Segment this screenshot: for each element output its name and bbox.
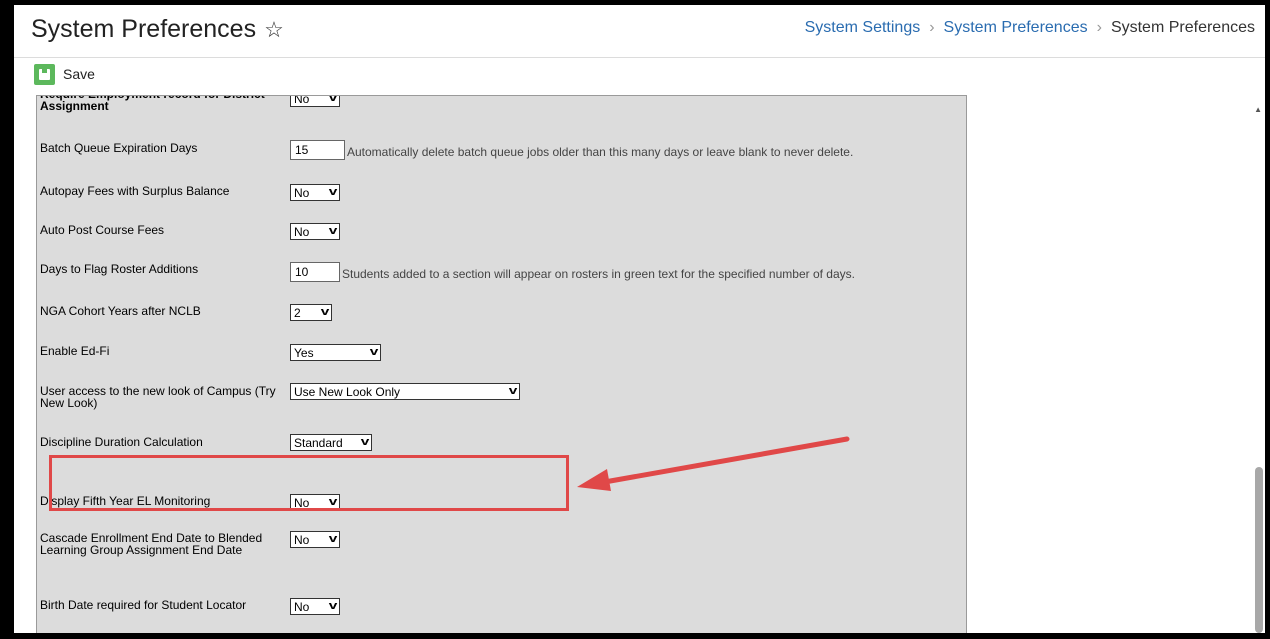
require-employment-select[interactable]: No v: [290, 95, 340, 107]
nga-cohort-years-select[interactable]: 2v: [290, 304, 332, 321]
cascade-enrollment-select[interactable]: No v: [290, 531, 340, 548]
pref-label: User access to the new look of Campus (T…: [40, 384, 276, 410]
app-window: System Preferences ☆ System Settings › S…: [14, 5, 1265, 633]
chevron-down-icon: v: [369, 346, 379, 358]
select-value: No: [294, 224, 310, 239]
chevron-down-icon: v: [328, 600, 338, 612]
star-icon[interactable]: ☆: [264, 17, 284, 43]
save-button[interactable]: Save: [63, 66, 95, 82]
select-value: No: [294, 95, 310, 106]
select-value: Use New Look Only: [294, 384, 401, 399]
vertical-scrollbar[interactable]: ▲: [1251, 105, 1265, 633]
page-header: System Preferences ☆ System Settings › S…: [14, 5, 1265, 58]
chevron-down-icon: v: [328, 186, 338, 198]
help-text: Students added to a section will appear …: [342, 267, 855, 281]
page-title: System Preferences ☆: [31, 15, 284, 44]
pref-label: Require Employment record for District A…: [40, 96, 265, 113]
pref-label: NGA Cohort Years after NCLB: [40, 304, 201, 318]
arrow-annotation: [577, 436, 850, 491]
chevron-right-icon: ›: [1096, 19, 1102, 36]
pref-label: Batch Queue Expiration Days: [40, 141, 198, 155]
chevron-down-icon: v: [320, 306, 330, 318]
pref-label: Birth Date required for Student Locator: [40, 598, 247, 612]
breadcrumb-system-preferences[interactable]: System Preferences: [944, 19, 1088, 37]
chevron-right-icon: ›: [929, 19, 935, 36]
page-title-text: System Preferences: [31, 15, 257, 43]
scroll-up-icon[interactable]: ▲: [1254, 105, 1262, 114]
save-icon[interactable]: [34, 63, 55, 85]
pref-label: Cascade Enrollment End Date to Blended L…: [40, 531, 263, 557]
help-text: Automatically delete batch queue jobs ol…: [347, 145, 854, 159]
pref-label: Auto Post Course Fees: [40, 223, 165, 237]
chevron-down-icon: v: [328, 533, 338, 545]
highlight-box: [49, 455, 569, 511]
select-value: Standard: [294, 435, 343, 450]
preferences-panel: Require Employment record for District A…: [36, 95, 967, 633]
toolbar: Save: [34, 62, 95, 86]
select-value: No: [294, 185, 310, 200]
enable-ed-fi-select[interactable]: Yes v: [290, 344, 381, 361]
select-value: No: [294, 599, 310, 614]
pref-label: Enable Ed-Fi: [40, 344, 110, 358]
pref-label: Discipline Duration Calculation: [40, 435, 203, 449]
select-value: No: [294, 532, 310, 547]
breadcrumb: System Settings › System Preferences › S…: [805, 19, 1255, 37]
breadcrumb-system-settings[interactable]: System Settings: [805, 19, 921, 37]
chevron-down-icon: v: [328, 95, 338, 104]
select-value: 2: [294, 305, 301, 320]
select-value: Yes: [294, 345, 314, 360]
pref-label: Days to Flag Roster Additions: [40, 262, 199, 276]
pref-label: Autopay Fees with Surplus Balance: [40, 184, 230, 198]
chevron-down-icon: v: [508, 385, 518, 397]
auto-post-fees-select[interactable]: No v: [290, 223, 340, 240]
roster-flag-days-input[interactable]: 10: [290, 262, 340, 282]
breadcrumb-current: System Preferences: [1110, 19, 1255, 36]
new-look-access-select[interactable]: Use New Look Only v: [290, 383, 520, 400]
scroll-thumb[interactable]: [1255, 467, 1263, 633]
discipline-duration-select[interactable]: Standard v: [290, 434, 372, 451]
chevron-down-icon: v: [360, 436, 370, 448]
chevron-down-icon: v: [328, 225, 338, 237]
birth-date-required-select[interactable]: No v: [290, 598, 340, 615]
autopay-fees-select[interactable]: No v: [290, 184, 340, 201]
batch-queue-days-input[interactable]: 15: [290, 140, 345, 160]
